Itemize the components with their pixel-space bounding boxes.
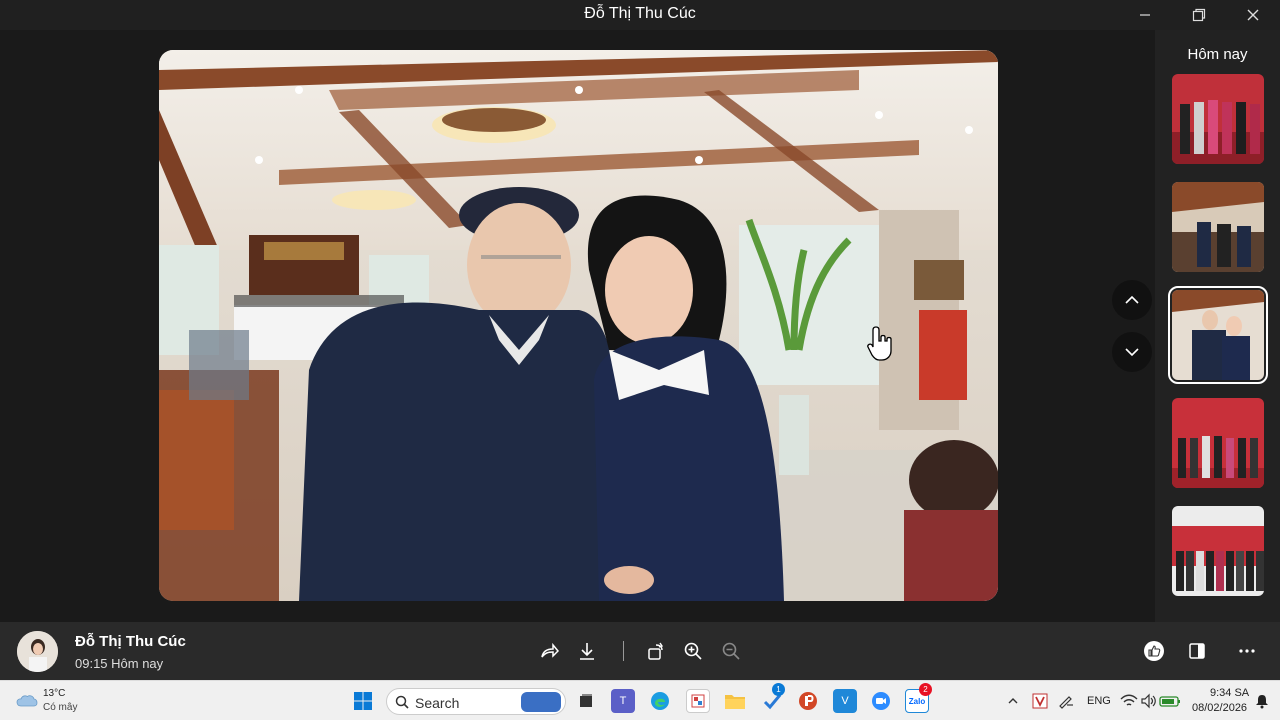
wifi-icon [1120,694,1138,706]
hand-cursor-icon [867,326,892,361]
file-explorer-button[interactable] [723,689,747,713]
edge-app-button[interactable] [648,689,672,713]
sidebar-header: Hôm nay [1187,46,1248,63]
search-label: Search [415,695,460,711]
toolbar-divider [623,641,624,661]
download-button[interactable] [573,637,601,665]
battery-tray-button[interactable] [1158,689,1182,713]
rotate-icon [648,642,664,660]
search-icon [395,695,409,709]
like-button[interactable] [1140,637,1168,665]
zoom-icon [872,692,890,710]
thumbnail-5[interactable] [1172,506,1264,596]
antivirus-tray-button[interactable] [1028,689,1052,713]
zoom-out-button[interactable] [717,637,745,665]
thumbnail-3-image [1172,290,1264,380]
zalo-badge: 2 [919,683,932,696]
photo-viewer [0,30,1155,622]
more-options-button[interactable] [1233,637,1261,665]
volume-icon [1141,693,1156,709]
zoom-out-icon [722,642,740,660]
task-view-icon [580,694,592,707]
weather-temp: 13°C [43,688,66,699]
avatar[interactable] [17,631,58,672]
powerpoint-icon [799,692,817,710]
close-button[interactable] [1226,0,1280,30]
teams-badge: 1 [772,683,785,696]
photo-time: 09:15 Hôm nay [75,656,164,671]
minimize-icon [1140,14,1150,16]
thumbnail-sidebar: Hôm nay [1155,30,1280,622]
chevron-down-icon [1125,348,1139,357]
next-photo-button[interactable] [1112,332,1152,372]
todo-app-button[interactable]: 1 [760,683,785,713]
powerpoint-app-button[interactable] [796,689,820,713]
restore-icon [1192,8,1206,22]
taskbar-search[interactable]: Search [386,688,566,715]
author-name: Đỗ Thị Thu Cúc [75,633,186,650]
share-button[interactable] [535,637,563,665]
restore-button[interactable] [1172,0,1226,30]
thumbnail-2[interactable] [1172,182,1264,272]
thumbnail-2-image [1172,182,1264,272]
window-title: Đỗ Thị Thu Cúc [584,5,696,22]
vscode-icon: V [841,695,849,707]
show-hidden-icons-button[interactable] [1001,689,1025,713]
paint-icon [691,694,705,708]
thumbnail-4-image [1172,398,1264,488]
paint-app-button[interactable] [686,689,710,713]
teams-icon: T [619,695,627,707]
previous-photo-button[interactable] [1112,280,1152,320]
minimize-button[interactable] [1118,0,1172,30]
thumbnail-3-selected[interactable] [1168,286,1268,384]
zalo-icon: Zalo [908,696,926,706]
chevron-up-icon [1008,698,1018,704]
bell-icon [1256,695,1268,709]
zoom-in-button[interactable] [679,637,707,665]
folder-icon [725,695,745,709]
notifications-button[interactable] [1250,689,1274,713]
weather-widget[interactable]: 13°C Có mây [16,687,96,717]
teams-app-button[interactable]: T [611,689,635,713]
vscode-app-button[interactable]: V [833,689,857,713]
thumbnail-4[interactable] [1172,398,1264,488]
pen-icon [1059,696,1073,709]
clock-date[interactable]: 08/02/2026 [1192,702,1247,714]
chevron-up-icon [1125,295,1139,304]
panel-toggle-button[interactable] [1183,637,1211,665]
rotate-button[interactable] [642,637,670,665]
shield-v-icon [1032,693,1048,709]
language-indicator[interactable]: ENG [1087,695,1111,707]
avatar-image [17,631,58,672]
search-highlight-icon [521,692,561,712]
like-icon [1144,641,1164,661]
more-icon [1239,649,1255,653]
download-icon [580,643,594,660]
start-button[interactable] [351,689,375,713]
thumbnail-5-image [1172,506,1264,596]
photo-toolbar: Đỗ Thị Thu Cúc 09:15 Hôm nay [0,622,1280,680]
zoom-app-button[interactable] [869,689,893,713]
battery-icon [1159,696,1180,707]
thumbnail-1[interactable] [1172,74,1264,164]
cloud-icon [16,695,38,707]
windows-taskbar: 13°C Có mây Search T 1 V Zalo 2 ENG 9:34… [0,680,1280,720]
weather-condition: Có mây [43,702,78,713]
title-bar: Đỗ Thị Thu Cúc [0,0,1280,30]
thumbnail-1-image [1172,74,1264,164]
share-icon [541,642,559,658]
task-view-button[interactable] [574,689,598,713]
close-icon [1247,9,1259,21]
clock-time[interactable]: 9:34 SA [1210,687,1249,699]
zoom-in-icon [684,642,702,660]
ime-tray-button[interactable] [1054,689,1078,713]
edge-icon [651,692,669,710]
panel-icon [1189,643,1205,659]
zalo-app-button[interactable]: Zalo 2 [905,683,932,713]
windows-logo-icon [354,692,372,710]
